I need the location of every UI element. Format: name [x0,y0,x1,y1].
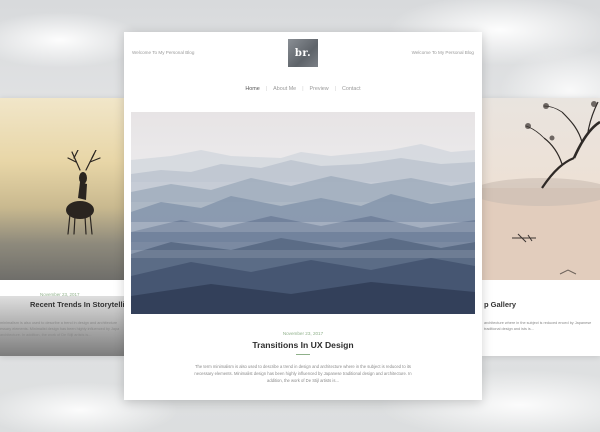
post-card-right[interactable]: p Gallery architecture where in the subj… [482,98,600,356]
nav-item-about[interactable]: About Me [267,86,302,92]
post-title[interactable]: Recent Trends In Storytelling [30,300,124,309]
misty-mountains-illustration [131,112,475,314]
site-logo[interactable]: br. [288,39,318,67]
welcome-text-right: Welcome To My Personal Blog [411,50,474,55]
main-nav: Home | About Me | Preview | Contact [124,86,482,92]
nav-item-contact[interactable]: Contact [336,86,367,92]
post-card-left[interactable]: November 23, 2017 Recent Trends In Story… [0,98,124,356]
main-blog-card: Welcome To My Personal Blog br. Welcome … [124,32,482,400]
welcome-text-left: Welcome To My Personal Blog [132,50,195,55]
nav-item-home[interactable]: Home [239,86,265,92]
post-date: November 23, 2017 [40,292,80,297]
lake-tree-photo [482,98,600,280]
nav-item-preview[interactable]: Preview [304,86,335,92]
post-excerpt: minimalism is also used to describe a tr… [0,321,120,337]
deer-silhouette-icon [66,150,101,235]
hero-image[interactable] [131,112,475,314]
post-excerpt: architecture where in the subject is red… [484,321,592,331]
post-excerpt: The term minimalism is also used to desc… [194,364,412,383]
title-divider [296,354,310,355]
post-title[interactable]: p Gallery [484,300,516,309]
post-title[interactable]: Transitions In UX Design [124,340,482,350]
tree-branch-illustration [482,101,600,280]
post-date: November 23, 2017 [282,331,324,336]
